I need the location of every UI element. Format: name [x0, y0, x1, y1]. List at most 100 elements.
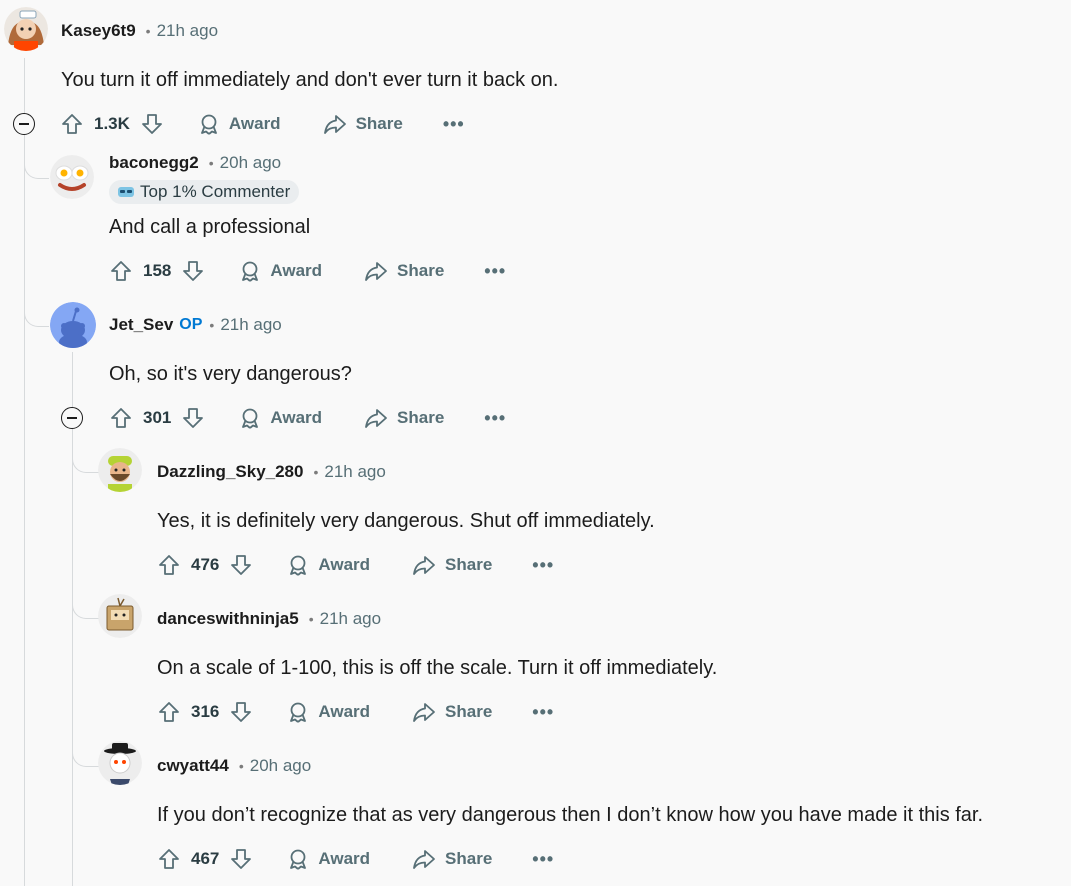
- collapse-thread-button[interactable]: [61, 407, 83, 429]
- meta-separator: •: [145, 23, 151, 39]
- share-button[interactable]: Share: [364, 407, 444, 429]
- thread-connector: [72, 430, 99, 473]
- thread-connector: [72, 620, 99, 767]
- downvote-icon: [231, 702, 252, 722]
- award-button[interactable]: Award: [198, 113, 281, 135]
- comment-body: You turn it off immediately and don't ev…: [61, 69, 559, 91]
- award-icon: [201, 114, 217, 135]
- downvote-icon: [231, 555, 252, 575]
- comment-body: Oh, so it's very dangerous?: [109, 363, 352, 385]
- award-button[interactable]: Award: [287, 701, 370, 723]
- award-label: Award: [270, 261, 323, 280]
- more-options-button[interactable]: •••: [484, 408, 506, 429]
- share-icon: [413, 850, 435, 869]
- more-options-button[interactable]: •••: [532, 849, 554, 870]
- share-button[interactable]: Share: [412, 848, 492, 870]
- meta-separator: •: [313, 464, 319, 480]
- downvote-icon: [183, 261, 204, 281]
- downvote-button[interactable]: [229, 847, 253, 871]
- share-button[interactable]: Share: [412, 554, 492, 576]
- upvote-icon: [159, 555, 179, 575]
- author-name[interactable]: Jet_Sev: [109, 315, 173, 335]
- author-name[interactable]: Dazzling_Sky_280: [157, 462, 303, 482]
- avatar[interactable]: [50, 302, 96, 348]
- upvote-button[interactable]: [60, 112, 84, 136]
- award-label: Award: [228, 114, 281, 133]
- share-icon: [413, 703, 435, 722]
- author-name[interactable]: cwyatt44: [157, 756, 229, 776]
- award-button[interactable]: Award: [239, 407, 322, 429]
- more-options-button[interactable]: •••: [532, 702, 554, 723]
- award-button[interactable]: Award: [287, 554, 370, 576]
- avatar[interactable]: [98, 448, 142, 492]
- more-options-button[interactable]: •••: [484, 261, 506, 282]
- timestamp[interactable]: 21h ago: [320, 609, 381, 629]
- vote-count: 301: [143, 408, 172, 427]
- share-label: Share: [445, 849, 493, 868]
- upvote-button[interactable]: [157, 553, 181, 577]
- award-label: Award: [318, 849, 371, 868]
- timestamp[interactable]: 21h ago: [220, 315, 281, 335]
- author-name[interactable]: Kasey6t9: [61, 21, 136, 41]
- upvote-button[interactable]: [109, 406, 133, 430]
- upvote-icon: [111, 261, 131, 281]
- downvote-icon: [183, 408, 204, 428]
- timestamp[interactable]: 20h ago: [250, 756, 311, 776]
- meta-separator: •: [209, 317, 215, 333]
- share-label: Share: [397, 261, 445, 280]
- award-button[interactable]: Award: [239, 260, 322, 282]
- timestamp[interactable]: 21h ago: [324, 462, 385, 482]
- author-name[interactable]: danceswithninja5: [157, 609, 299, 629]
- award-icon: [290, 849, 307, 870]
- downvote-button[interactable]: [181, 259, 205, 283]
- more-options-button[interactable]: •••: [443, 114, 465, 135]
- share-label: Share: [445, 702, 493, 721]
- share-icon: [323, 115, 346, 134]
- award-icon: [242, 261, 259, 282]
- top-commenter-icon: [118, 187, 134, 197]
- vote-count: 476: [191, 555, 220, 574]
- upvote-icon: [62, 114, 82, 134]
- timestamp[interactable]: 21h ago: [157, 21, 218, 41]
- thread-connector: [24, 160, 49, 327]
- downvote-icon: [142, 114, 162, 134]
- award-icon: [290, 555, 307, 576]
- avatar[interactable]: [98, 594, 142, 638]
- comment-body: On a scale of 1-100, this is off the sca…: [157, 657, 718, 679]
- upvote-button[interactable]: [157, 700, 181, 724]
- award-label: Award: [318, 555, 371, 574]
- share-button[interactable]: Share: [323, 113, 403, 135]
- upvote-icon: [159, 849, 179, 869]
- avatar[interactable]: [4, 7, 48, 51]
- avatar[interactable]: [50, 155, 94, 199]
- upvote-icon: [111, 408, 131, 428]
- upvote-button[interactable]: [157, 847, 181, 871]
- downvote-button[interactable]: [181, 406, 205, 430]
- award-icon: [290, 702, 307, 723]
- share-button[interactable]: Share: [412, 701, 492, 723]
- award-button[interactable]: Award: [287, 848, 370, 870]
- meta-separator: •: [308, 611, 314, 627]
- meta-separator: •: [208, 155, 214, 171]
- more-options-button[interactable]: •••: [532, 555, 554, 576]
- share-icon: [365, 409, 387, 428]
- meta-separator: •: [238, 758, 244, 774]
- share-button[interactable]: Share: [364, 260, 444, 282]
- downvote-button[interactable]: [229, 700, 253, 724]
- timestamp[interactable]: 20h ago: [220, 153, 281, 173]
- upvote-icon: [159, 702, 179, 722]
- upvote-button[interactable]: [109, 259, 133, 283]
- downvote-button[interactable]: [229, 553, 253, 577]
- comment-body: And call a professional: [109, 216, 311, 238]
- user-flair: Top 1% Commenter: [109, 180, 300, 204]
- comment-body: Yes, it is definitely very dangerous. Sh…: [157, 510, 655, 532]
- vote-count: 316: [191, 702, 220, 721]
- downvote-button[interactable]: [140, 112, 164, 136]
- vote-count: 467: [191, 849, 220, 868]
- op-badge: OP: [179, 316, 203, 333]
- avatar[interactable]: [98, 741, 142, 785]
- share-label: Share: [445, 555, 493, 574]
- share-label: Share: [397, 408, 445, 427]
- author-name[interactable]: baconegg2: [109, 153, 199, 173]
- collapse-thread-button[interactable]: [13, 113, 35, 135]
